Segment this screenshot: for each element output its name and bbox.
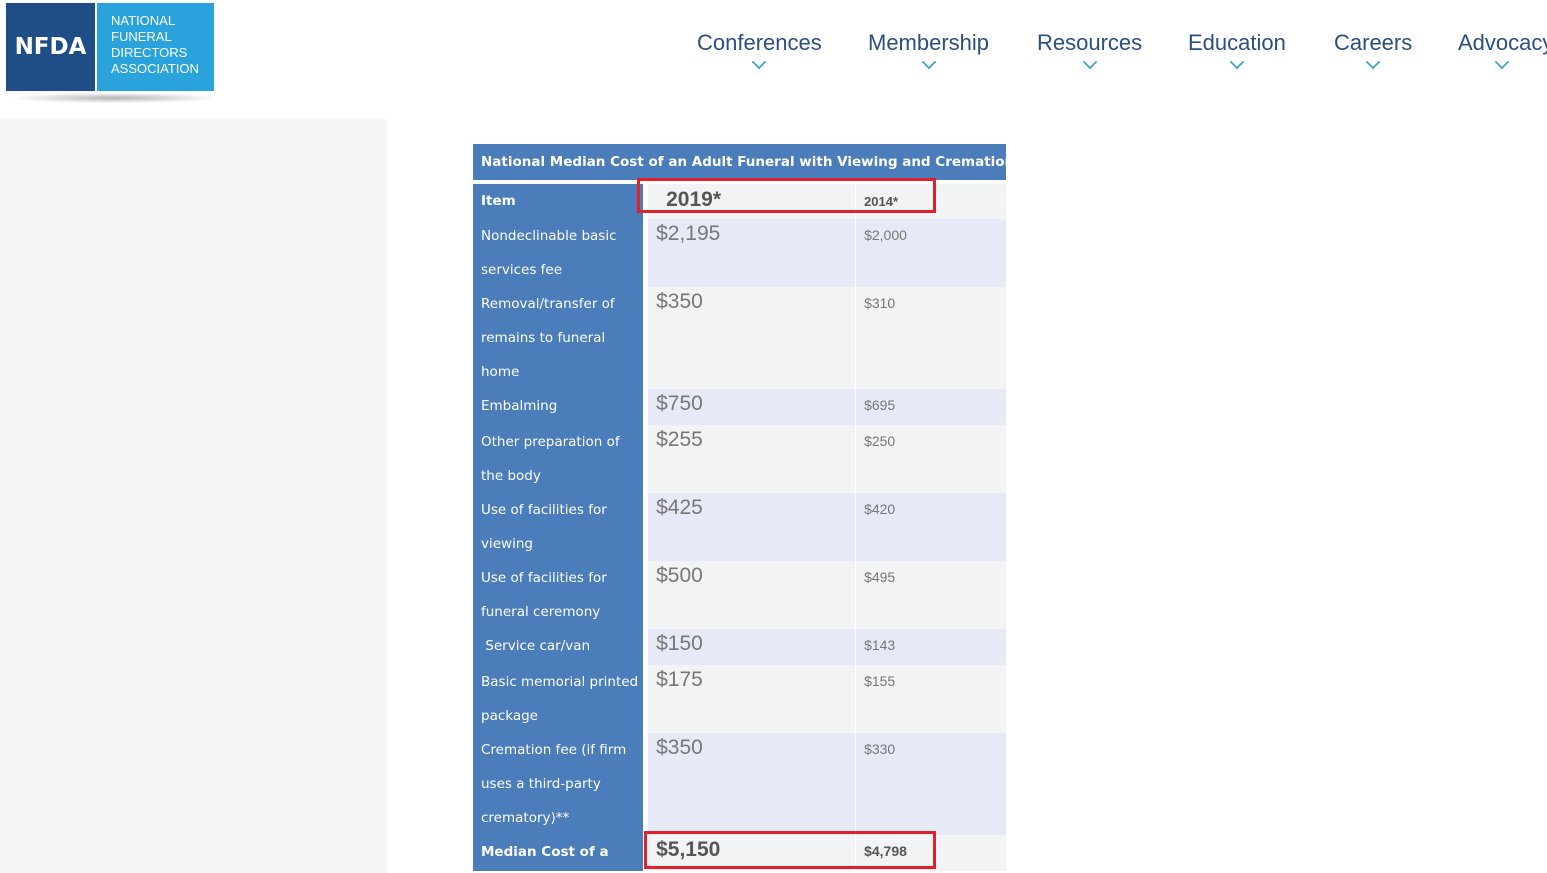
row-2014: $420 [855, 493, 1006, 561]
row-2019: $500 [645, 561, 857, 629]
nav-membership[interactable]: Membership [868, 30, 989, 74]
table-row: Basic memorial printed package $175 $155 [473, 665, 1006, 733]
cost-table: National Median Cost of an Adult Funeral… [473, 144, 1014, 871]
nav-label: Conferences [697, 30, 822, 55]
row-2019: $750 [645, 389, 857, 425]
table-row: Nondeclinable basic services fee $2,195 … [473, 219, 1006, 287]
row-2014: $330 [855, 733, 1006, 835]
row-item: Nondeclinable basic services fee [473, 219, 649, 287]
chevron-down-icon [752, 54, 767, 70]
table-row: Use of facilities for funeral ceremony $… [473, 561, 1006, 629]
row-2019: $425 [645, 493, 857, 561]
table-title: National Median Cost of an Adult Funeral… [473, 144, 1014, 180]
row-2019: $350 [645, 733, 857, 835]
row-2014: $143 [855, 629, 1006, 665]
row-2014: $495 [855, 561, 1006, 629]
table-row: Other preparation of the body $255 $250 [473, 425, 1006, 493]
nav-careers[interactable]: Careers [1334, 30, 1412, 74]
nav-conferences[interactable]: Conferences [697, 30, 822, 74]
header-item: Item [473, 184, 649, 219]
table-row: Use of facilities for viewing $425 $420 [473, 493, 1006, 561]
row-item: Other preparation of the body [473, 425, 649, 493]
cost-table-grid: Item 2019* 2014* Nondeclinable basic ser… [473, 184, 1006, 871]
chevron-down-icon [1365, 54, 1381, 70]
chevron-down-icon [1082, 54, 1097, 70]
logo-shadow [14, 93, 214, 103]
nav-label: Resources [1037, 30, 1143, 55]
row-item: Cremation fee (if firm uses a third-part… [473, 733, 649, 835]
highlight-box-header [637, 178, 936, 213]
highlight-box-total [644, 831, 936, 869]
row-item: Embalming [473, 389, 649, 425]
chevron-down-icon [1494, 54, 1510, 70]
row-2014: $310 [855, 287, 1006, 389]
nav-label: Membership [868, 30, 990, 55]
row-item: Basic memorial printed package [473, 665, 649, 733]
table-row: Embalming $750 $695 [473, 389, 1006, 425]
total-item: Median Cost of a [473, 835, 649, 871]
row-2019: $175 [645, 665, 857, 733]
logo-line: NATIONAL [111, 13, 176, 28]
row-item: Use of facilities for viewing [473, 493, 649, 561]
nav-advocacy[interactable]: Advocacy [1458, 30, 1547, 74]
row-2019: $255 [645, 425, 857, 493]
row-2019: $150 [645, 629, 857, 665]
row-2014: $155 [855, 665, 1006, 733]
nav-education[interactable]: Education [1188, 30, 1286, 74]
nav-resources[interactable]: Resources [1037, 30, 1142, 74]
table-row: Cremation fee (if firm uses a third-part… [473, 733, 1006, 835]
row-2014: $695 [855, 389, 1006, 425]
nav-label: Advocacy [1458, 30, 1547, 55]
nav-label: Careers [1334, 30, 1413, 55]
row-2014: $250 [855, 425, 1006, 493]
row-item: Use of facilities for funeral ceremony [473, 561, 649, 629]
row-2014: $2,000 [855, 219, 1006, 287]
row-2019: $2,195 [645, 219, 857, 287]
chevron-down-icon [1229, 54, 1245, 70]
table-row: Removal/transfer of remains to funeral h… [473, 287, 1006, 389]
main-nav: Conferences Membership Resources Educati… [0, 30, 1547, 80]
table-row: Service car/van $150 $143 [473, 629, 1006, 665]
row-item: Removal/transfer of remains to funeral h… [473, 287, 649, 389]
nav-label: Education [1188, 30, 1286, 55]
row-2019: $350 [645, 287, 857, 389]
chevron-down-icon [921, 54, 936, 70]
left-sidebar [0, 119, 387, 873]
row-item: Service car/van [473, 629, 649, 665]
